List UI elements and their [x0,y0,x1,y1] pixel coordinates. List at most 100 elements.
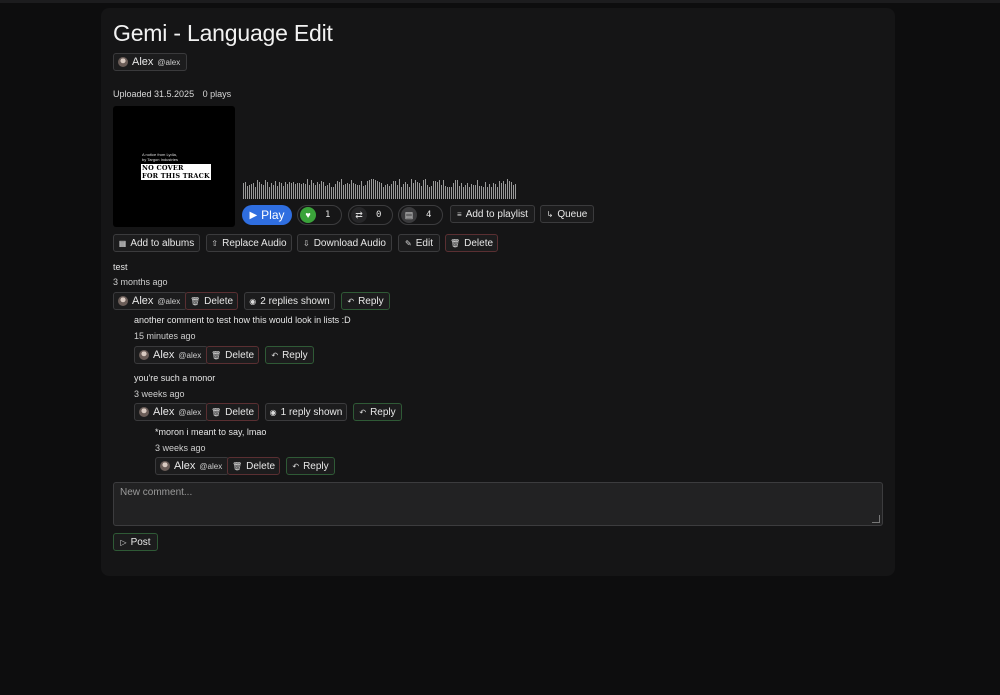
waveform-bar [413,183,414,199]
comment-time: 3 months ago [113,277,168,287]
waveform-bar [383,187,384,199]
reply-button[interactable]: ↶ Reply [353,403,402,421]
reply-icon: ↶ [347,296,355,306]
queue-button[interactable]: ↳ Queue [540,205,594,223]
comment-text: another comment to test how this would l… [134,315,351,325]
comment-author-chip[interactable]: Alex @alex [113,292,188,310]
replies-shown-button[interactable]: ◉ 1 reply shown [265,403,347,421]
waveform-bar [283,186,284,199]
waveform-bar [243,183,244,199]
waveform-bar [363,186,364,199]
waveform-bar [495,184,496,199]
repost-button[interactable]: ⇄ 0 [348,205,393,225]
waveform-bar [255,187,256,199]
waveform-bar [345,184,346,199]
waveform-bar [435,181,436,199]
waveform-bar [509,181,510,199]
waveform-bar [303,183,304,199]
track-card: Gemi - Language Edit Alex @alex Uploaded… [101,8,895,576]
waveform-bar [447,187,448,199]
avatar [118,296,128,306]
add-to-playlist-button[interactable]: ≡ Add to playlist [450,205,535,223]
waveform-bar [257,180,258,199]
pencil-icon: ✎ [405,238,412,248]
comment-delete-button[interactable]: 🗑 Delete [227,457,280,475]
waveform-bar [305,184,306,199]
waveform-bar [375,180,376,199]
waveform-bar [471,184,472,199]
waveform-bar [259,182,260,199]
waveform-bar [487,187,488,199]
new-comment-input[interactable]: New comment... [113,482,883,526]
add-to-albums-button[interactable]: ▦ Add to albums [113,234,200,252]
waveform-bar [449,187,450,199]
upload-date: Uploaded 31.5.2025 [113,89,195,99]
waveform-bar [505,184,506,199]
waveform-bar [417,182,418,199]
waveform-bar [249,185,250,199]
replies-shown-button[interactable]: ◉ 2 replies shown [244,292,335,310]
waveform-bar [479,186,480,199]
edit-button[interactable]: ✎ Edit [398,234,440,252]
play-button[interactable]: ▶ Play [242,205,292,225]
comment-delete-button[interactable]: 🗑 Delete [185,292,238,310]
reply-button[interactable]: ↶ Reply [341,292,390,310]
waveform-bar [499,181,500,199]
waveform-bar [489,184,490,199]
comments-button[interactable]: ▤ 4 [398,205,443,225]
waveform-bar [439,180,440,199]
waveform-bar [245,182,246,199]
waveform-bar [469,187,470,199]
waveform-bar [473,185,474,199]
waveform-bar [343,185,344,199]
waveform-bar [443,180,444,199]
waveform-bar [477,180,478,199]
avatar [139,407,149,417]
comment-author-chip[interactable]: Alex @alex [155,457,230,475]
waveform[interactable] [243,178,517,199]
waveform-bar [295,184,296,199]
comment-delete-button[interactable]: 🗑 Delete [206,346,259,364]
author-handle: @alex [157,57,181,67]
cover-art: A notice from Lydia, by Targon Industries… [113,106,235,227]
waveform-bar [289,182,290,199]
waveform-bar [369,180,370,199]
avatar [118,57,128,67]
trash-icon: 🗑 [449,238,461,248]
comment-time: 3 weeks ago [134,389,185,399]
post-button[interactable]: ▷ Post [113,533,158,551]
replace-audio-button[interactable]: ⇧ Replace Audio [206,234,292,252]
reply-button[interactable]: ↶ Reply [286,457,335,475]
comment-author-chip[interactable]: Alex @alex [134,403,209,421]
waveform-bar [367,181,368,199]
resize-handle[interactable] [872,515,880,523]
waveform-bar [405,182,406,199]
waveform-bar [347,183,348,199]
send-icon: ▷ [120,537,127,547]
reply-button[interactable]: ↶ Reply [265,346,314,364]
waveform-bar [461,183,462,199]
waveform-bar [291,183,292,199]
play-count: 0 plays [202,89,232,99]
waveform-bar [423,180,424,199]
repost-count: 0 [376,210,382,220]
album-icon: ▦ [118,238,127,248]
delete-track-button[interactable]: 🗑 Delete [445,234,498,252]
reply-icon: ↶ [271,350,279,360]
like-button[interactable]: ♥ 1 [297,205,342,225]
waveform-bar [371,179,372,199]
waveform-bar [389,186,390,199]
download-audio-button[interactable]: ⇩ Download Audio [297,234,392,252]
waveform-bar [393,181,394,199]
waveform-bar [253,183,254,199]
waveform-bar [329,183,330,199]
waveform-bar [421,186,422,199]
comment-author-chip[interactable]: Alex @alex [134,346,209,364]
waveform-bar [279,182,280,199]
waveform-bar [457,180,458,199]
author-chip[interactable]: Alex @alex [113,53,188,71]
trash-icon: 🗑 [210,407,222,417]
comment-delete-button[interactable]: 🗑 Delete [206,403,259,421]
waveform-bar [397,185,398,199]
waveform-bar [269,187,270,199]
